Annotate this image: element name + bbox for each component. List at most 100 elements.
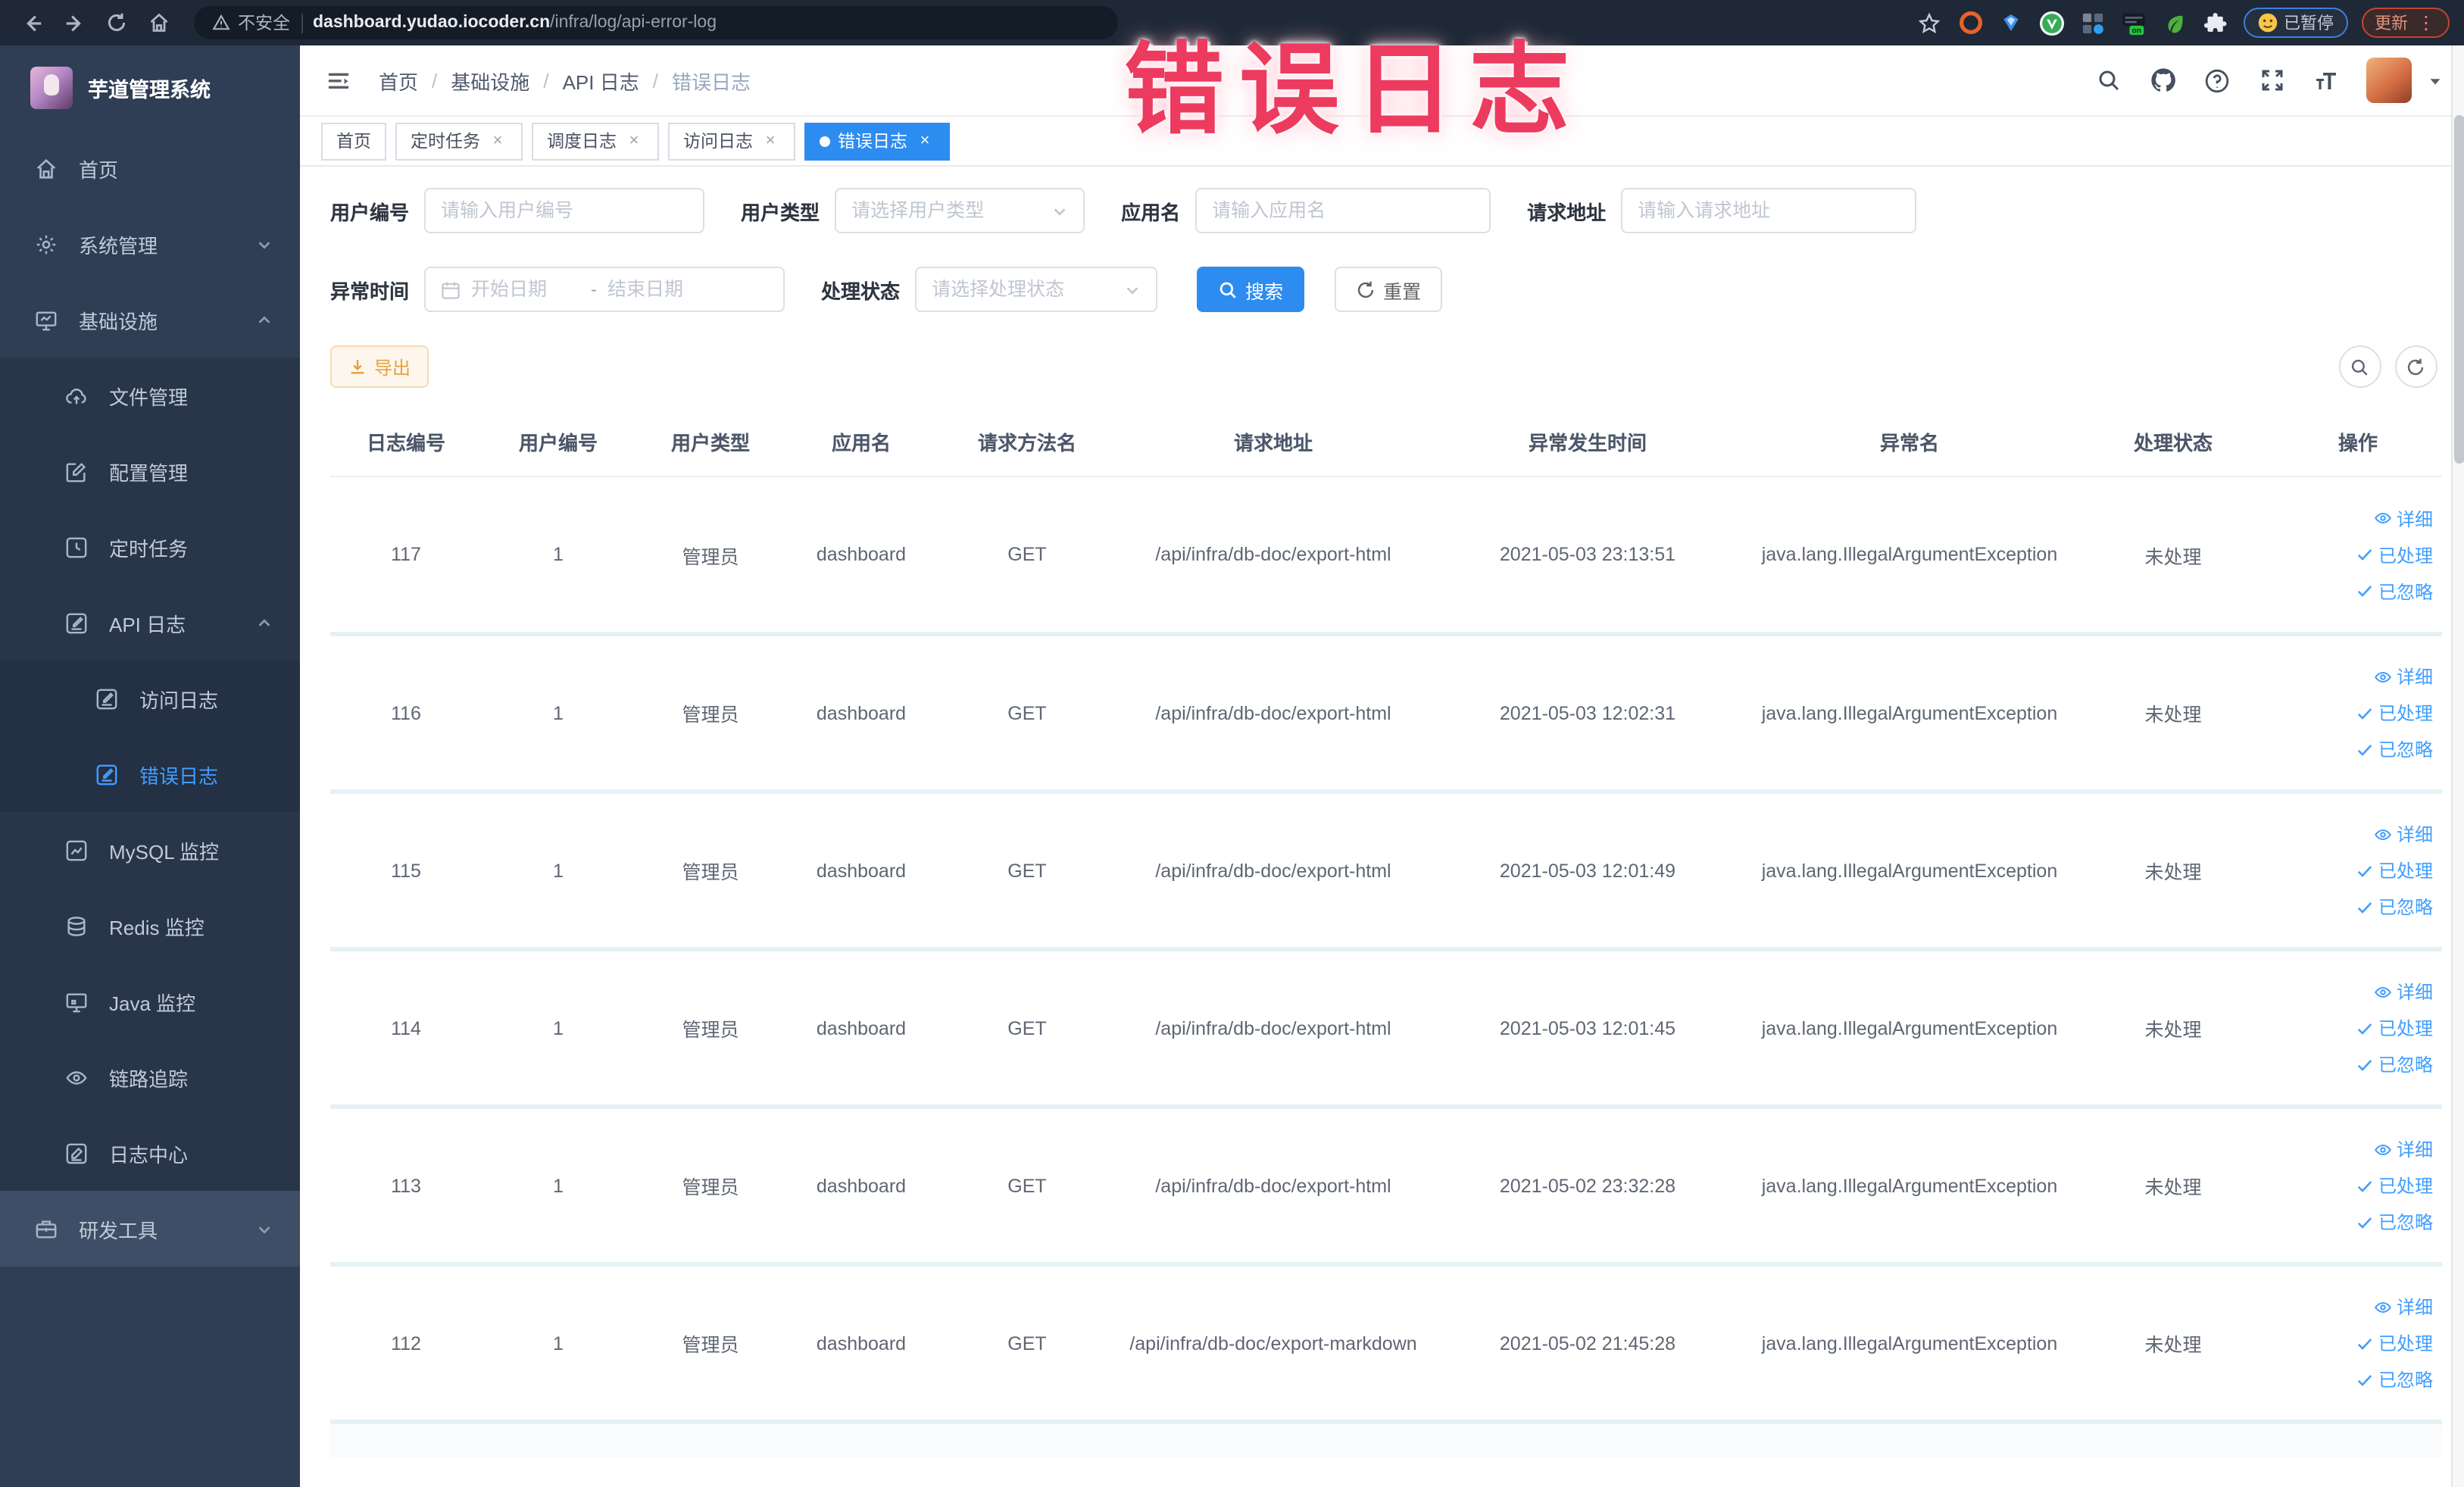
sidebar-item-java-monitor[interactable]: Java 监控 bbox=[0, 964, 300, 1039]
sidebar-item-error-log[interactable]: 错误日志 bbox=[0, 736, 300, 812]
sidebar-item-mysql-monitor[interactable]: MySQL 监控 bbox=[0, 812, 300, 888]
url-text[interactable]: dashboard.yudao.iocoder.cn/infra/log/api… bbox=[313, 14, 717, 32]
sidebar-item-api-log[interactable]: API 日志 bbox=[0, 585, 300, 661]
sidebar-item-dev-tools[interactable]: 研发工具 bbox=[0, 1191, 300, 1267]
mark-processed-link[interactable]: 已处理 bbox=[2356, 1330, 2433, 1356]
close-tab-icon[interactable]: × bbox=[488, 131, 507, 151]
mark-processed-link[interactable]: 已处理 bbox=[2356, 542, 2433, 567]
tab-access-log[interactable]: 访问日志 × bbox=[668, 122, 795, 160]
tab-dispatch-log[interactable]: 调度日志 × bbox=[532, 122, 659, 160]
eye-icon bbox=[2374, 667, 2392, 686]
help-icon[interactable] bbox=[2202, 65, 2232, 95]
sidebar-item-config-management[interactable]: 配置管理 bbox=[0, 433, 300, 509]
reload-icon[interactable] bbox=[100, 6, 133, 39]
extension-on-toggle-icon[interactable]: on bbox=[2120, 9, 2147, 36]
extension-vue-devtools-icon[interactable] bbox=[2038, 9, 2066, 36]
app-name-input[interactable] bbox=[1195, 188, 1491, 233]
mark-processed-link[interactable]: 已处理 bbox=[2356, 1015, 2433, 1041]
user-id-label: 用户编号 bbox=[330, 201, 410, 223]
browser-menu-kebab-icon[interactable]: ⋮ bbox=[2417, 14, 2435, 32]
sidebar-item-trace[interactable]: 链路追踪 bbox=[0, 1039, 300, 1115]
paused-extension-pill[interactable]: 已暂停 bbox=[2243, 8, 2347, 38]
export-button[interactable]: 导出 bbox=[330, 345, 429, 388]
mark-ignored-link[interactable]: 已忽略 bbox=[2356, 736, 2433, 762]
download-icon bbox=[351, 360, 364, 374]
mark-ignored-link[interactable]: 已忽略 bbox=[2356, 894, 2433, 920]
mark-ignored-link[interactable]: 已忽略 bbox=[2356, 1209, 2433, 1235]
font-size-icon[interactable] bbox=[2311, 65, 2341, 95]
toggle-search-icon[interactable] bbox=[2338, 345, 2381, 388]
app-logo-row[interactable]: 芋道管理系统 bbox=[0, 45, 300, 130]
sidebar-item-system-management[interactable]: 系统管理 bbox=[0, 206, 300, 282]
reset-button[interactable]: 重置 bbox=[1335, 267, 1443, 312]
sidebar-item-file-management[interactable]: 文件管理 bbox=[0, 358, 300, 433]
tab-error-log[interactable]: 错误日志 × bbox=[804, 122, 950, 160]
sidebar-item-infrastructure[interactable]: 基础设施 bbox=[0, 282, 300, 358]
header-search-icon[interactable] bbox=[2093, 65, 2123, 95]
scrollbar-thumb[interactable] bbox=[2453, 115, 2464, 464]
cell-exception-time: 2021-05-03 23:13:51 bbox=[1429, 476, 1747, 636]
security-status[interactable]: 不安全 bbox=[212, 11, 290, 35]
app-name-label: 应用名 bbox=[1121, 201, 1181, 223]
eye-icon bbox=[64, 1065, 88, 1089]
back-icon[interactable] bbox=[15, 6, 48, 39]
mark-processed-link[interactable]: 已处理 bbox=[2356, 1173, 2433, 1198]
sidebar-item-redis-monitor[interactable]: Redis 监控 bbox=[0, 888, 300, 964]
close-tab-icon[interactable]: × bbox=[915, 131, 935, 151]
mark-ignored-link[interactable]: 已忽略 bbox=[2356, 1051, 2433, 1077]
detail-link[interactable]: 详细 bbox=[2374, 505, 2433, 531]
cell-exception-name: java.lang.IllegalArgumentException bbox=[1747, 476, 2072, 636]
user-id-input[interactable] bbox=[424, 188, 705, 233]
user-avatar[interactable] bbox=[2366, 58, 2411, 103]
bookmark-star-icon[interactable] bbox=[1916, 9, 1943, 36]
home-icon[interactable] bbox=[142, 6, 176, 39]
document-icon bbox=[94, 686, 118, 711]
tab-home[interactable]: 首页 bbox=[321, 122, 386, 160]
extensions-puzzle-icon[interactable] bbox=[2202, 9, 2229, 36]
detail-link[interactable]: 详细 bbox=[2374, 821, 2433, 847]
mark-processed-link[interactable]: 已处理 bbox=[2356, 700, 2433, 726]
tab-scheduled-tasks[interactable]: 定时任务 × bbox=[395, 122, 523, 160]
breadcrumb-home[interactable]: 首页 bbox=[379, 66, 418, 95]
request-url-input[interactable] bbox=[1621, 188, 1917, 233]
exception-time-range-picker[interactable]: - bbox=[424, 267, 785, 312]
page-scrollbar[interactable] bbox=[2450, 45, 2464, 1487]
cell-log-id: 114 bbox=[330, 949, 482, 1109]
detail-link[interactable]: 详细 bbox=[2374, 1294, 2433, 1320]
cell-status: 未处理 bbox=[2072, 476, 2274, 636]
detail-link[interactable]: 详细 bbox=[2374, 1136, 2433, 1162]
detail-link[interactable]: 详细 bbox=[2374, 979, 2433, 1004]
sidebar-item-access-log[interactable]: 访问日志 bbox=[0, 661, 300, 736]
extension-orange-icon[interactable] bbox=[1957, 9, 1984, 36]
process-status-select[interactable] bbox=[915, 267, 1158, 312]
fullscreen-icon[interactable] bbox=[2256, 65, 2287, 95]
breadcrumb-infrastructure[interactable]: 基础设施 bbox=[451, 66, 529, 95]
chevron-down-icon bbox=[1124, 281, 1141, 298]
refresh-table-icon[interactable] bbox=[2394, 345, 2437, 388]
user-type-select[interactable] bbox=[835, 188, 1085, 233]
mark-ignored-link[interactable]: 已忽略 bbox=[2356, 1367, 2433, 1392]
extension-leaf-icon[interactable] bbox=[2161, 9, 2188, 36]
sidebar-item-home[interactable]: 首页 bbox=[0, 130, 300, 206]
mark-ignored-link[interactable]: 已忽略 bbox=[2356, 578, 2433, 604]
forward-icon[interactable] bbox=[58, 6, 91, 39]
cell-user-type: 管理员 bbox=[635, 1264, 786, 1424]
extension-grid-icon[interactable] bbox=[2079, 9, 2106, 36]
update-pill[interactable]: 更新 ⋮ bbox=[2361, 8, 2449, 38]
sidebar-toggle-icon[interactable] bbox=[321, 64, 354, 97]
address-bar[interactable]: 不安全 dashboard.yudao.iocoder.cn/infra/log… bbox=[194, 6, 1118, 39]
github-icon[interactable] bbox=[2147, 65, 2178, 95]
user-menu-caret-icon[interactable] bbox=[2426, 72, 2443, 89]
close-tab-icon[interactable]: × bbox=[760, 131, 780, 151]
gear-icon bbox=[33, 232, 58, 256]
breadcrumb-api-log[interactable]: API 日志 bbox=[563, 66, 639, 95]
sidebar-item-scheduled-tasks[interactable]: 定时任务 bbox=[0, 509, 300, 585]
cell-user-type: 管理员 bbox=[635, 634, 786, 794]
cell-app-name: dashboard bbox=[786, 476, 936, 636]
close-tab-icon[interactable]: × bbox=[624, 131, 644, 151]
mark-processed-link[interactable]: 已处理 bbox=[2356, 858, 2433, 883]
extension-blue-pin-icon[interactable] bbox=[1997, 9, 2025, 36]
detail-link[interactable]: 详细 bbox=[2374, 664, 2433, 689]
search-button[interactable]: 搜索 bbox=[1197, 267, 1305, 312]
sidebar-item-log-center[interactable]: 日志中心 bbox=[0, 1115, 300, 1191]
